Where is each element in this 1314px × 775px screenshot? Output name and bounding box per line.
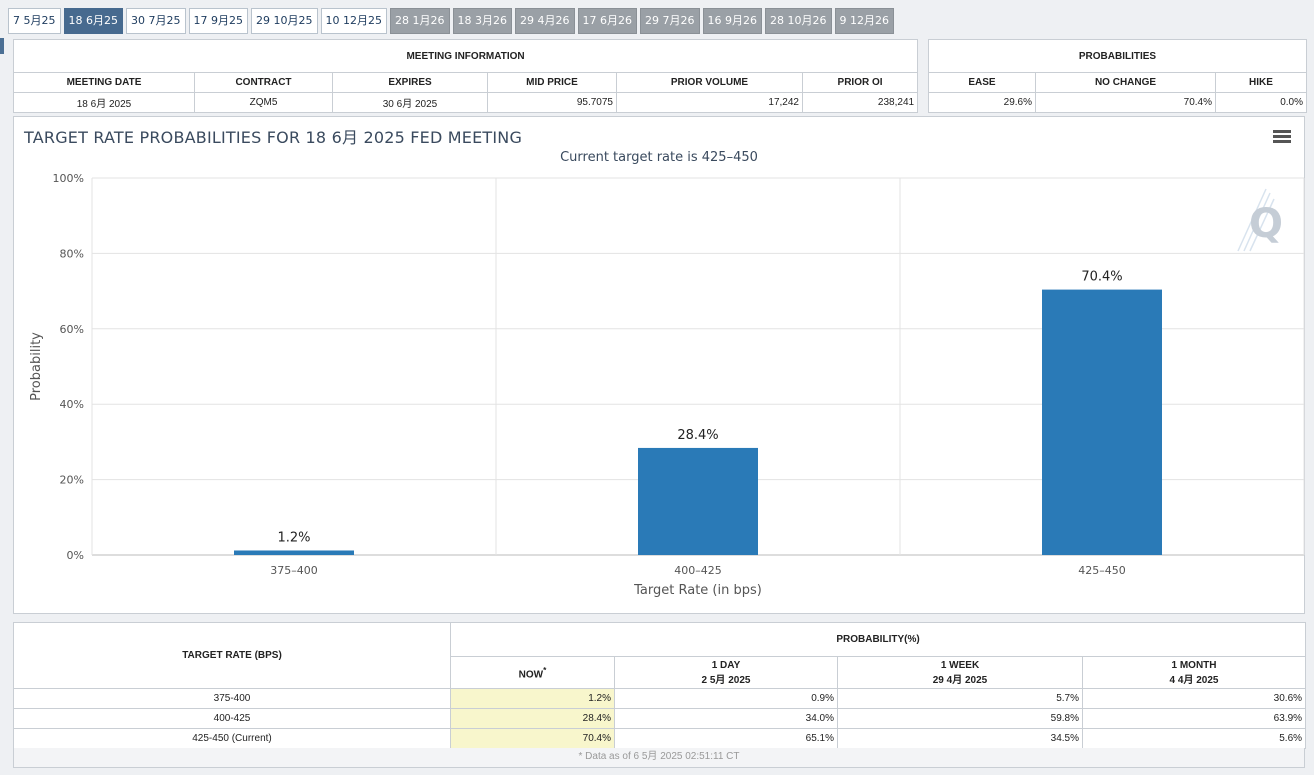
svg-text:Q: Q: [1249, 201, 1283, 247]
rate-cell: 425-450 (Current): [13, 728, 451, 749]
y-tick-label: 100%: [53, 172, 84, 185]
meeting-tab[interactable]: 29 7月26: [640, 8, 700, 34]
now-marker: *: [543, 664, 547, 675]
data-timestamp-footnote: * Data as of 6 5月 2025 02:51:11 CT: [13, 748, 1305, 768]
hike-value: 0.0%: [1215, 92, 1307, 113]
header-1-month: 1 MONTH 4 4月 2025: [1081, 656, 1307, 689]
meeting-date-value: 18 6月 2025: [13, 92, 195, 113]
meeting-info-caption: MEETING INFORMATION: [12, 39, 919, 73]
month-cell: 5.6%: [1081, 728, 1307, 749]
chart-panel: 0% 20% 40% 60% 80% 100% 1.2% 375–400 28.4% 400–42…: [13, 116, 1305, 614]
meeting-tab[interactable]: 9 12月26: [834, 8, 894, 34]
x-tick-label: 375–400: [270, 564, 318, 577]
week-cell: 5.7%: [837, 688, 1083, 709]
x-tick-label: 400–425: [674, 564, 722, 577]
no-change-value: 70.4%: [1035, 92, 1216, 113]
hamburger-menu-icon[interactable]: [1273, 130, 1291, 144]
header-mid-price: MID PRICE: [487, 72, 617, 93]
chart-title: TARGET RATE PROBABILITIES FOR 18 6月 2025…: [24, 128, 523, 147]
meeting-tabs: 7 5月25 18 6月25 30 7月25 17 9月25 29 10月25 10 12…: [8, 8, 894, 34]
y-tick-label: 80%: [60, 247, 84, 260]
expires-value: 30 6月 2025: [332, 92, 488, 113]
meeting-tab[interactable]: 17 6月26: [577, 8, 637, 34]
meeting-tab[interactable]: 30 7月25: [126, 8, 186, 34]
meeting-tab[interactable]: 16 9月26: [702, 8, 762, 34]
day-cell: 34.0%: [614, 708, 838, 729]
y-tick-label: 60%: [60, 323, 84, 336]
y-axis-label: Probability: [29, 332, 44, 401]
header-1-day: 1 DAY 2 5月 2025: [614, 656, 838, 689]
contract-value: ZQM5: [194, 92, 333, 113]
day-cell: 65.1%: [614, 728, 838, 749]
month-cell: 63.9%: [1081, 708, 1307, 729]
ease-value: 29.6%: [928, 92, 1036, 113]
now-cell: 28.4%: [450, 708, 615, 729]
prior-oi-value: 238,241: [801, 92, 919, 113]
header-ease: EASE: [928, 72, 1036, 93]
data-label: 28.4%: [677, 428, 718, 443]
data-label: 1.2%: [277, 530, 310, 545]
month-cell: 30.6%: [1081, 688, 1307, 709]
meeting-tab[interactable]: 28 1月26: [390, 8, 450, 34]
now-cell: 70.4%: [450, 728, 615, 749]
bar: [1042, 289, 1162, 555]
header-probability: PROBABILITY(%): [449, 622, 1307, 657]
meeting-tab[interactable]: 18 6月25: [63, 8, 123, 34]
meeting-tab[interactable]: 29 10月25: [251, 8, 318, 34]
meeting-tab[interactable]: 18 3月26: [452, 8, 512, 34]
header-contract: CONTRACT: [194, 72, 333, 93]
now-cell: 1.2%: [450, 688, 615, 709]
meeting-tab[interactable]: 17 9月25: [188, 8, 248, 34]
bar: [638, 447, 758, 555]
mid-price-value: 95.7075: [487, 92, 617, 113]
y-tick-label: 0%: [67, 549, 84, 562]
header-expires: EXPIRES: [332, 72, 488, 93]
meeting-tab[interactable]: 7 5月25: [8, 8, 61, 34]
meeting-information-table: MEETING INFORMATION MEETING DATE CONTRAC…: [12, 39, 919, 113]
quikstrike-logo-icon: Q: [1237, 188, 1283, 252]
x-tick-label: 425–450: [1078, 564, 1126, 577]
header-target-rate: TARGET RATE (BPS): [13, 622, 451, 689]
x-axis-label: Target Rate (in bps): [633, 583, 762, 598]
left-edge-strip: [0, 38, 4, 54]
header-1-week: 1 WEEK 29 4月 2025: [837, 656, 1083, 689]
data-label: 70.4%: [1081, 270, 1122, 285]
header-hike: HIKE: [1215, 72, 1307, 93]
target-rate-probability-table: TARGET RATE (BPS) PROBABILITY(%) NOW* 1 …: [13, 622, 1307, 749]
header-now: NOW*: [450, 656, 615, 689]
bar: [234, 550, 354, 555]
table-row: 400-425 28.4% 34.0% 59.8% 63.9%: [13, 708, 1307, 729]
y-tick-label: 40%: [60, 398, 84, 411]
probabilities-caption: PROBABILITIES: [928, 39, 1307, 73]
chart-subtitle: Current target rate is 425–450: [560, 150, 758, 165]
week-cell: 34.5%: [837, 728, 1083, 749]
bar-chart: 0% 20% 40% 60% 80% 100% 1.2% 375–400 28.4% 400–42…: [29, 172, 1305, 598]
header-prior-oi: PRIOR OI: [801, 72, 919, 93]
rate-cell: 375-400: [13, 688, 451, 709]
table-row: 375-400 1.2% 0.9% 5.7% 30.6%: [13, 688, 1307, 709]
y-tick-label: 20%: [60, 474, 84, 487]
table-row: 425-450 (Current) 70.4% 65.1% 34.5% 5.6%: [13, 728, 1307, 749]
day-cell: 0.9%: [614, 688, 838, 709]
header-no-change: NO CHANGE: [1035, 72, 1216, 93]
rate-cell: 400-425: [13, 708, 451, 729]
prior-volume-value: 17,242: [616, 92, 803, 113]
meeting-tab[interactable]: 28 10月26: [765, 8, 832, 34]
header-prior-volume: PRIOR VOLUME: [616, 72, 803, 93]
probabilities-table: PROBABILITIES EASE NO CHANGE HIKE 29.6% …: [928, 39, 1307, 113]
header-meeting-date: MEETING DATE: [13, 72, 195, 93]
meeting-tab[interactable]: 10 12月25: [320, 8, 387, 34]
meeting-tab[interactable]: 29 4月26: [515, 8, 575, 34]
week-cell: 59.8%: [837, 708, 1083, 729]
